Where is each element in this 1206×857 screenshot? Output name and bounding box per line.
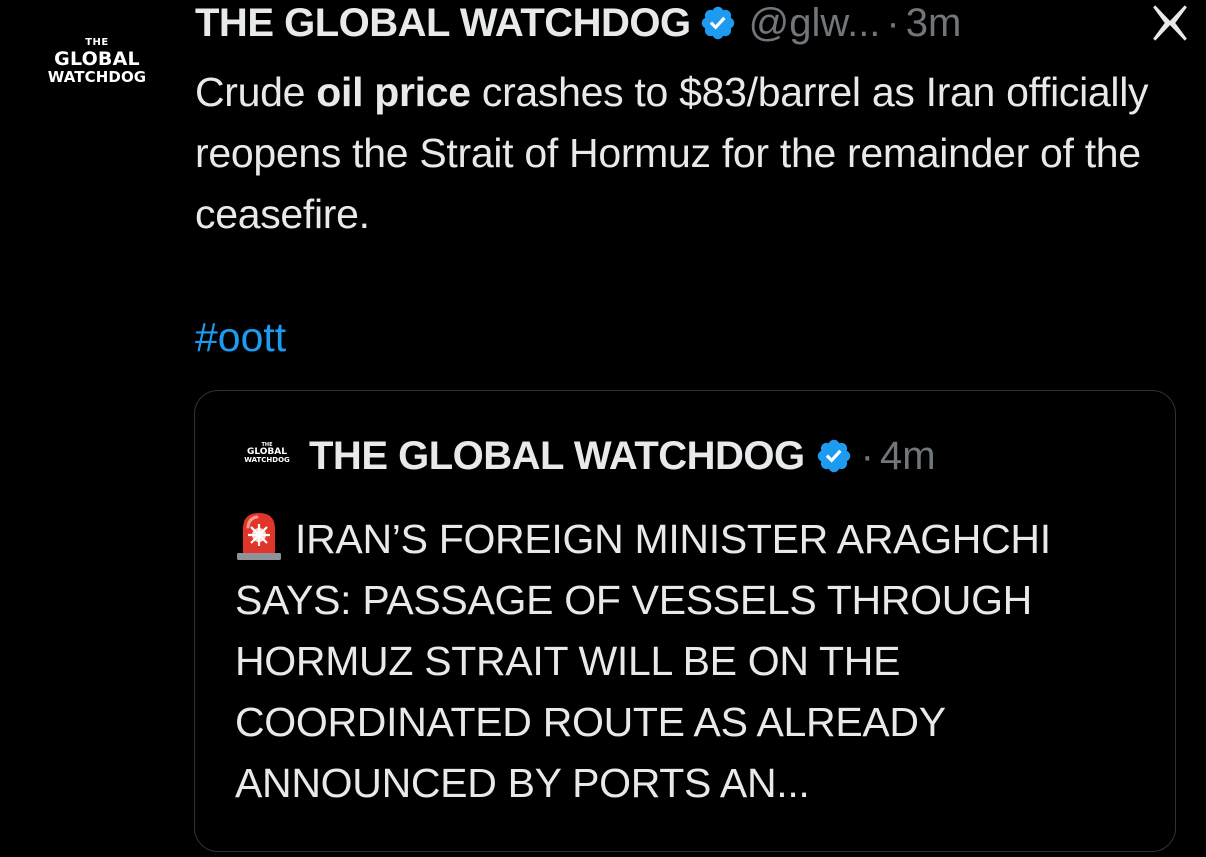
author-handle[interactable]: @glw... (749, 1, 881, 46)
hashtag-link[interactable]: #oott (195, 307, 286, 368)
quoted-text: IRAN’S FOREIGN MINISTER ARAGHCHI SAYS: P… (235, 509, 1155, 814)
quoted-timestamp[interactable]: 4m (880, 434, 936, 479)
avatar-text-line: WATCHDOG (244, 456, 290, 464)
quoted-tweet-card[interactable]: THE GLOBAL WATCHDOG THE GLOBAL WATCHDOG … (194, 390, 1176, 852)
avatar-text-line: THE (85, 37, 109, 48)
verified-badge-icon[interactable] (815, 437, 853, 475)
avatar[interactable]: THE GLOBAL WATCHDOG (38, 38, 156, 85)
author-display-name[interactable]: THE GLOBAL WATCHDOG (195, 1, 691, 46)
quoted-text-body: IRAN’S FOREIGN MINISTER ARAGHCHI SAYS: P… (235, 516, 1051, 806)
tweet-text-bold: oil price (316, 69, 471, 115)
quoted-avatar[interactable]: THE GLOBAL WATCHDOG (241, 443, 293, 464)
tweet-text-part: Crude (195, 69, 317, 115)
timestamp[interactable]: 3m (906, 1, 962, 46)
tweet-text: Crude oil price crashes to $83/barrel as… (195, 62, 1185, 245)
tweet-header: THE GLOBAL WATCHDOG @glw... · 3m (195, 0, 1185, 46)
verified-badge-icon[interactable] (699, 4, 737, 42)
quoted-header: THE GLOBAL WATCHDOG · 4m (309, 431, 936, 481)
x-logo-icon (1148, 2, 1192, 44)
quoted-display-name[interactable]: THE GLOBAL WATCHDOG (309, 434, 805, 479)
separator-dot: · (860, 433, 874, 478)
separator-dot: · (886, 0, 900, 45)
avatar-text-line: WATCHDOG (47, 68, 147, 86)
police-light-icon (235, 509, 283, 561)
avatar-text-line: GLOBAL (54, 48, 140, 70)
